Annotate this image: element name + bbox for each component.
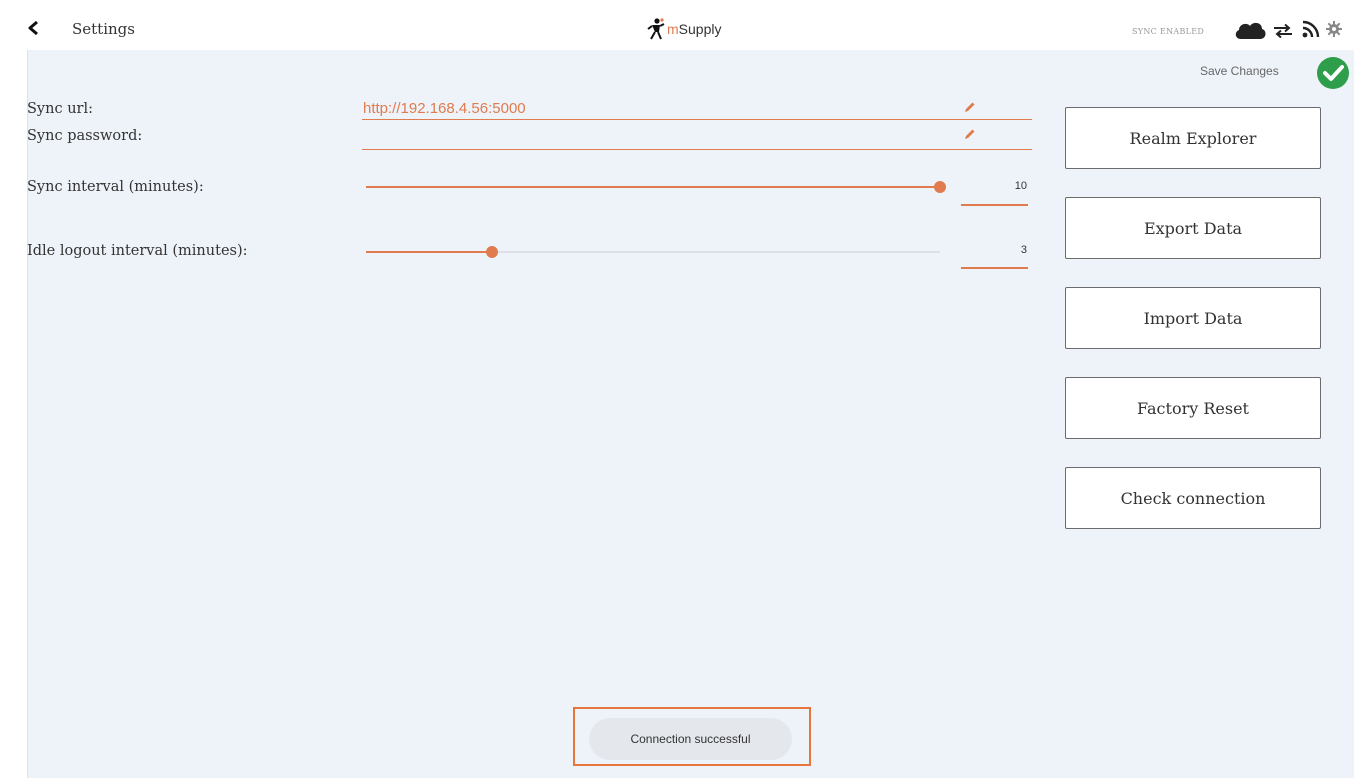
sync-interval-slider-thumb[interactable]: [934, 181, 946, 193]
sync-interval-label: Sync interval (minutes):: [27, 179, 204, 195]
check-connection-button[interactable]: Check connection: [1065, 467, 1321, 529]
wifi-signal-icon: [1302, 20, 1320, 38]
import-data-button[interactable]: Import Data: [1065, 287, 1321, 349]
idle-logout-value[interactable]: 3: [997, 244, 1027, 256]
logo-text: mSupply: [667, 21, 722, 37]
gear-icon[interactable]: [1326, 21, 1342, 37]
sync-interval-value[interactable]: 10: [997, 180, 1027, 192]
sync-password-label: Sync password:: [27, 128, 143, 144]
sync-url-input[interactable]: http://192.168.4.56:5000: [363, 100, 526, 117]
sync-url-underline: [362, 119, 1032, 120]
idle-logout-value-underline: [961, 267, 1028, 269]
realm-explorer-button[interactable]: Realm Explorer: [1065, 107, 1321, 169]
sync-interval-slider-fill: [366, 186, 940, 188]
save-changes-label[interactable]: Save Changes: [1200, 64, 1279, 78]
sync-url-label: Sync url:: [27, 101, 93, 117]
swap-arrows-icon: [1274, 24, 1292, 38]
page-title: Settings: [72, 20, 135, 38]
mosquito-logo-icon: [647, 18, 665, 40]
back-icon[interactable]: [27, 21, 41, 35]
sync-status-label: SYNC ENABLED: [1132, 27, 1205, 36]
sync-password-input[interactable]: [363, 128, 953, 146]
idle-logout-label: Idle logout interval (minutes):: [27, 243, 248, 259]
cloud-icon: [1235, 22, 1266, 39]
connection-toast: Connection successful: [589, 718, 792, 760]
check-circle-icon[interactable]: [1316, 56, 1350, 90]
sync-password-underline: [362, 149, 1032, 150]
pencil-icon[interactable]: [964, 101, 976, 113]
top-bar: Settings mSupply SYNC ENABLED: [0, 0, 1354, 48]
factory-reset-button[interactable]: Factory Reset: [1065, 377, 1321, 439]
sync-interval-value-underline: [961, 204, 1028, 206]
idle-logout-slider-thumb[interactable]: [486, 246, 498, 258]
idle-logout-slider-fill: [366, 251, 492, 253]
pencil-icon[interactable]: [964, 128, 976, 140]
export-data-button[interactable]: Export Data: [1065, 197, 1321, 259]
msupply-logo: mSupply: [647, 18, 721, 40]
